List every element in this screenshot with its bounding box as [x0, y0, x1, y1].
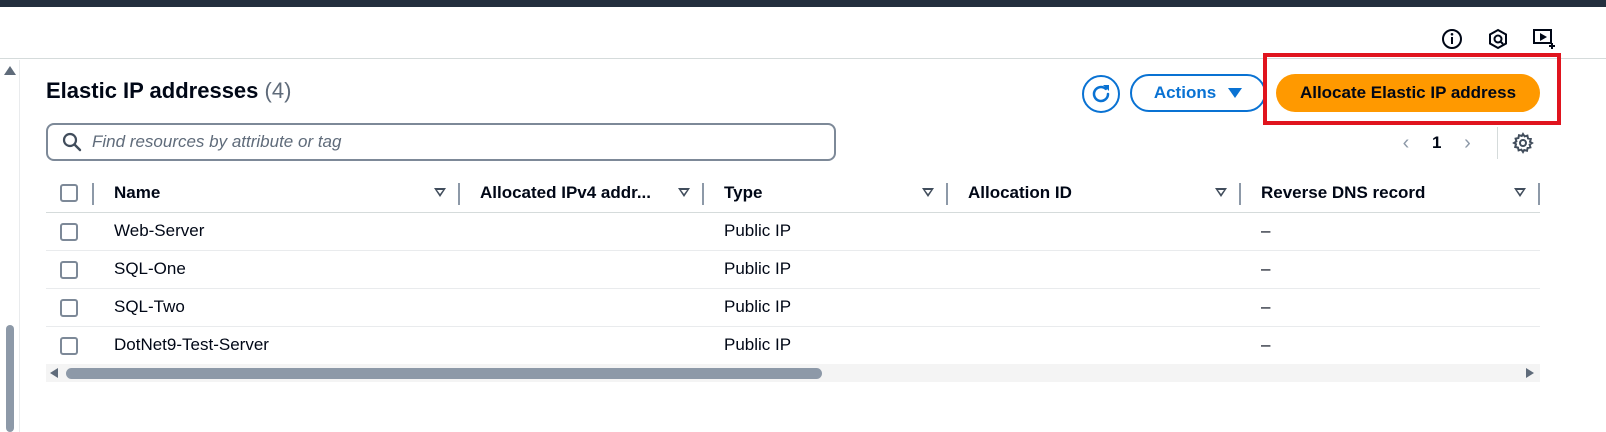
table-row[interactable]: SQL-Two Public IP – — [46, 288, 1540, 327]
elastic-ip-table: Name Allocated IPv4 addr... Type Allocat… — [46, 174, 1540, 364]
sort-caret-icon[interactable] — [922, 188, 934, 198]
cell-allocation-id — [948, 326, 1241, 364]
cell-reverse-dns: – — [1261, 335, 1271, 355]
sort-caret-icon[interactable] — [1514, 188, 1526, 198]
screen-share-icon[interactable] — [1532, 27, 1556, 51]
cell-name: DotNet9-Test-Server — [114, 335, 269, 355]
refresh-icon — [1092, 85, 1110, 103]
next-page-icon[interactable]: › — [1459, 132, 1475, 155]
table-settings-button[interactable] — [1510, 130, 1536, 156]
page-title-text: Elastic IP addresses — [46, 78, 259, 103]
horizontal-scrollbar[interactable] — [46, 364, 1540, 382]
cell-allocation-id — [948, 250, 1241, 289]
select-all-cell — [46, 174, 94, 213]
cell-type: Public IP — [724, 335, 792, 355]
table-header-row: Name Allocated IPv4 addr... Type Allocat… — [46, 174, 1540, 213]
column-divider[interactable] — [1538, 183, 1540, 205]
allocate-button-label: Allocate Elastic IP address — [1299, 83, 1517, 102]
scroll-left-arrow-icon[interactable] — [50, 368, 58, 378]
cell-type: Public IP — [704, 212, 948, 251]
search-icon — [62, 132, 82, 152]
row-checkbox[interactable] — [60, 260, 78, 279]
cell-ipv4 — [460, 250, 704, 289]
column-header-reverse-dns[interactable]: Reverse DNS record — [1241, 174, 1540, 213]
vertical-scroll-thumb[interactable] — [6, 325, 14, 432]
caret-down-icon — [1228, 88, 1243, 98]
actions-button-label: Actions — [1153, 83, 1217, 102]
cell-ipv4 — [460, 212, 704, 251]
pagination: ‹ 1 › — [1398, 129, 1475, 157]
column-header-type[interactable]: Type — [704, 174, 948, 213]
select-all-checkbox[interactable] — [60, 184, 78, 203]
cloudshell-icon[interactable] — [1486, 27, 1510, 51]
horizontal-scroll-thumb[interactable] — [66, 368, 822, 379]
search-input[interactable] — [92, 132, 812, 152]
scroll-right-arrow-icon[interactable] — [1526, 368, 1534, 378]
cell-allocation-id — [948, 288, 1241, 327]
info-icon[interactable] — [1440, 27, 1464, 51]
allocate-elastic-ip-button[interactable]: Allocate Elastic IP address — [1276, 74, 1540, 112]
table-row[interactable]: DotNet9-Test-Server Public IP – — [46, 326, 1540, 364]
pagination-divider — [1497, 127, 1498, 159]
cell-name: SQL-Two — [94, 288, 460, 327]
sort-caret-icon[interactable] — [678, 188, 690, 198]
top-nav-bar — [0, 0, 1606, 7]
resource-count: (4) — [264, 78, 292, 103]
scroll-up-arrow-icon[interactable] — [4, 66, 16, 75]
cell-type: Public IP — [704, 250, 948, 289]
cell-reverse-dns: – — [1241, 288, 1540, 327]
cell-allocation-id — [948, 212, 1241, 251]
column-header-allocation-id[interactable]: Allocation ID — [948, 174, 1241, 213]
cell-name: SQL-One — [94, 250, 460, 289]
table-row[interactable]: SQL-One Public IP – — [46, 250, 1540, 289]
sort-caret-icon[interactable] — [434, 188, 446, 198]
row-checkbox[interactable] — [60, 298, 78, 317]
search-bar[interactable] — [46, 123, 836, 161]
row-checkbox[interactable] — [60, 222, 78, 241]
utility-bar — [0, 7, 1606, 59]
cell-ipv4 — [460, 326, 704, 364]
column-header-name[interactable]: Name — [94, 174, 460, 213]
vertical-scrollbar[interactable] — [0, 60, 20, 432]
current-page-number[interactable]: 1 — [1432, 133, 1441, 153]
cell-reverse-dns: – — [1241, 250, 1540, 289]
column-header-allocated-ipv4[interactable]: Allocated IPv4 addr... — [460, 174, 704, 213]
row-checkbox[interactable] — [60, 336, 78, 355]
refresh-button[interactable] — [1082, 75, 1120, 113]
gear-icon — [1512, 132, 1534, 154]
cell-reverse-dns: – — [1241, 212, 1540, 251]
actions-dropdown-button[interactable]: Actions — [1130, 74, 1266, 112]
page-header: Elastic IP addresses (4) — [46, 78, 291, 104]
table-row[interactable]: Web-Server Public IP – — [46, 212, 1540, 251]
previous-page-icon[interactable]: ‹ — [1398, 132, 1414, 155]
cell-ipv4 — [460, 288, 704, 327]
page-title: Elastic IP addresses (4) — [46, 78, 291, 104]
cell-name: Web-Server — [94, 212, 460, 251]
cell-type: Public IP — [704, 288, 948, 327]
sort-caret-icon[interactable] — [1215, 188, 1227, 198]
